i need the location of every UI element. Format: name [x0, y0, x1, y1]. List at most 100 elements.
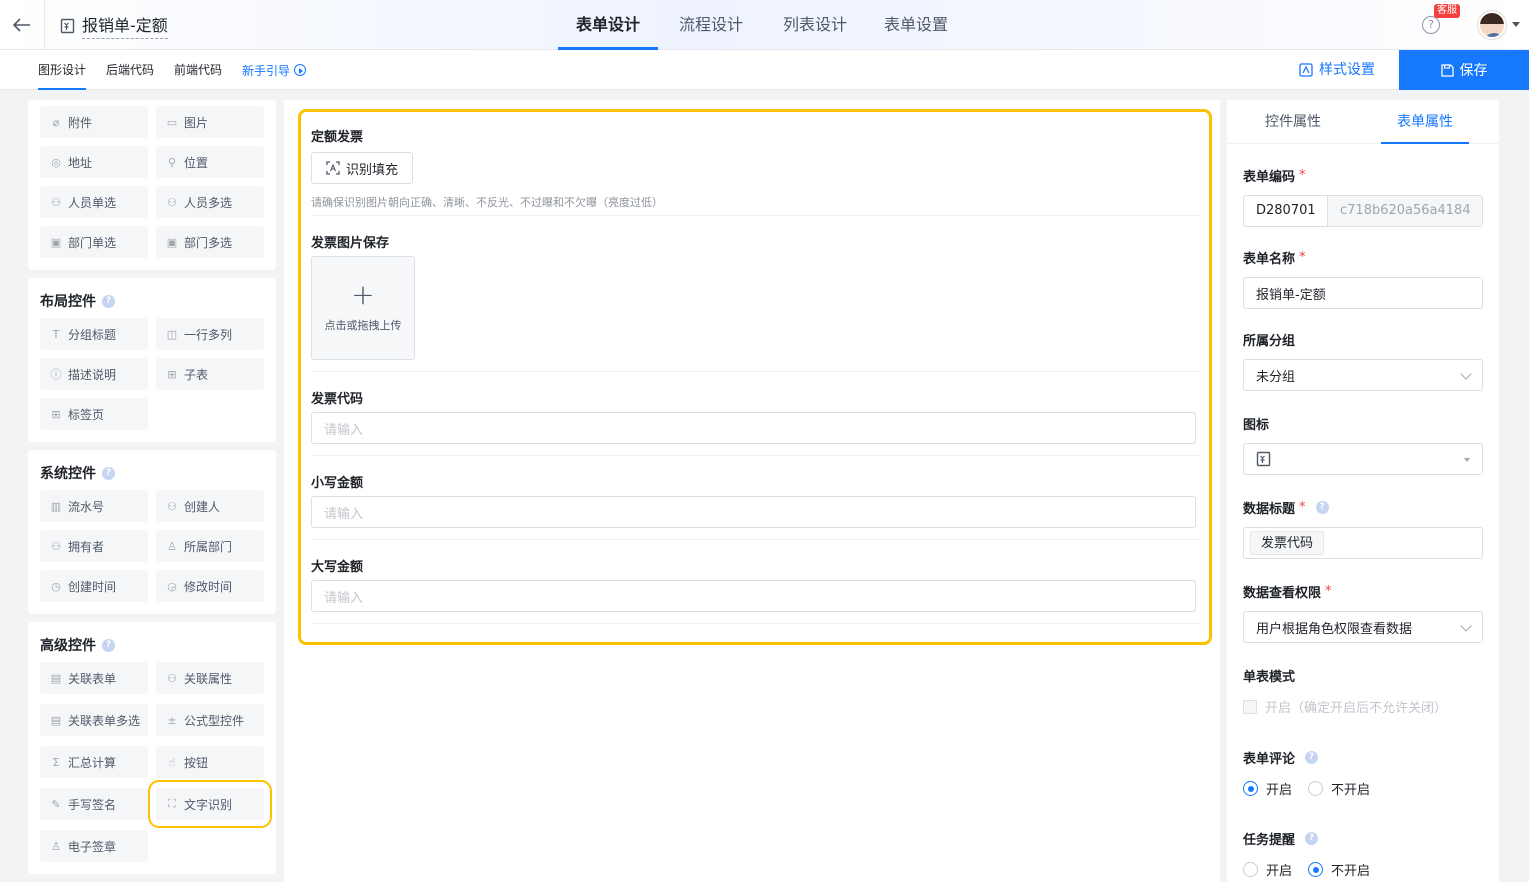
control-linked-form-multi[interactable]: ▤ 关联表单多选	[40, 704, 148, 736]
control-group-title[interactable]: T 分组标题	[40, 318, 148, 350]
form-icon	[1256, 451, 1271, 467]
tab-form-properties[interactable]: 表单属性	[1381, 100, 1469, 144]
reminder-on-radio[interactable]: 开启	[1243, 860, 1292, 879]
radio-unchecked[interactable]	[1243, 862, 1258, 877]
comments-on-radio[interactable]: 开启	[1243, 779, 1292, 798]
control-creator[interactable]: ⚇ 创建人	[156, 490, 264, 522]
permission-prop: 数据查看权限 * 用户根据角色权限查看数据	[1243, 582, 1483, 643]
service-badge[interactable]: 客服	[1434, 4, 1460, 18]
control-linked-attribute[interactable]: ⚇ 关联属性	[156, 662, 264, 694]
comments-radio-group: 开启 不开启	[1243, 779, 1483, 798]
ocr-hint: 请确保识别图片朝向正确、清晰、不反光、不过曝和不欠曝（亮度过低）	[311, 196, 663, 209]
question-icon[interactable]: ?	[1305, 751, 1319, 764]
control-dept-multi[interactable]: ▣ 部门多选	[156, 226, 264, 258]
single-mode-checkbox[interactable]: 开启（确定开启后不允许关闭）	[1243, 697, 1483, 716]
radio-checked[interactable]	[1308, 862, 1324, 877]
control-e-seal[interactable]: ♙ 电子签章	[40, 830, 148, 862]
control-text-recognition[interactable]: ⛶ 文字识别	[148, 780, 272, 828]
group-prop: 所属分组 未分组	[1243, 330, 1483, 391]
control-attachment[interactable]: ⌀ 附件	[40, 106, 148, 138]
invoice-code-input[interactable]: 请输入	[311, 412, 1196, 444]
data-title-field[interactable]: 发票代码	[1243, 527, 1483, 559]
save-button[interactable]: 保存	[1399, 50, 1529, 90]
control-position[interactable]: ⚲ 位置	[156, 146, 264, 178]
required-mark: *	[1299, 500, 1306, 515]
question-icon[interactable]: ?	[102, 638, 115, 652]
tab-list-design[interactable]: 列表设计	[764, 0, 866, 50]
control-multi-column[interactable]: ◫ 一行多列	[156, 318, 264, 350]
form-canvas: 定额发票 识别填充 请确保识别图片朝向正确、清晰、不反光、不过曝和不欠曝（亮度过…	[284, 100, 1220, 882]
app-title[interactable]: 报销单-定额	[60, 12, 168, 39]
control-serial-number[interactable]: ▥ 流水号	[40, 490, 148, 522]
radio-checked[interactable]	[1243, 781, 1258, 796]
main-tabs: 表单设计 流程设计 列表设计 表单设置	[558, 0, 966, 50]
question-icon[interactable]: ?	[102, 466, 115, 480]
control-linked-form[interactable]: ▤ 关联表单	[40, 662, 148, 694]
control-created-time[interactable]: ◷ 创建时间	[40, 570, 148, 602]
caret-down-icon	[1464, 458, 1470, 462]
permission-select[interactable]: 用户根据角色权限查看数据	[1243, 611, 1483, 643]
amount-upper-field[interactable]: 大写金额 请输入	[311, 556, 1199, 624]
users-icon: ⚇	[167, 195, 177, 209]
ocr-field[interactable]: 定额发票 识别填充 请确保识别图片朝向正确、清晰、不反光、不过曝和不欠曝（亮度过…	[311, 126, 1199, 216]
invoice-code-field[interactable]: 发票代码 请输入	[311, 388, 1199, 456]
question-icon[interactable]: ?	[1315, 501, 1329, 514]
help-icon[interactable]: ?	[1422, 16, 1440, 34]
style-settings-button[interactable]: 样式设置	[1299, 50, 1375, 90]
control-tabs[interactable]: ⊞ 标签页	[40, 398, 148, 430]
reminder-off-radio[interactable]: 不开启	[1308, 860, 1370, 879]
amount-upper-input[interactable]: 请输入	[311, 580, 1196, 612]
back-arrow-icon[interactable]	[10, 13, 34, 37]
control-signature[interactable]: ✎ 手写签名	[40, 788, 148, 820]
icon-select[interactable]	[1243, 443, 1483, 475]
tab-graphic-design[interactable]: 图形设计	[38, 50, 87, 90]
comments-off-radio[interactable]: 不开启	[1308, 779, 1370, 798]
radio-unchecked[interactable]	[1308, 781, 1324, 796]
control-summary[interactable]: Σ 汇总计算	[40, 746, 148, 778]
tab-form-settings[interactable]: 表单设置	[866, 0, 966, 50]
data-title-tag[interactable]: 发票代码	[1250, 531, 1325, 555]
tab-backend-code[interactable]: 后端代码	[106, 50, 154, 90]
amount-lower-input[interactable]: 请输入	[311, 496, 1196, 528]
control-formula[interactable]: ± 公式型控件	[156, 704, 264, 736]
basic-controls-card: ⌀ 附件 ▭ 图片 ◎ 地址 ⚲ 位置 ⚇ 人员单选 ⚇ 人员多选 ▣ 部门单选 ▣ 部门多选	[28, 100, 276, 270]
tab-control-properties[interactable]: 控件属性	[1255, 100, 1331, 144]
question-icon[interactable]: ?	[1305, 832, 1319, 845]
control-owner[interactable]: ⚇ 拥有者	[40, 530, 148, 562]
control-dept-single[interactable]: ▣ 部门单选	[40, 226, 148, 258]
tab-frontend-code[interactable]: 前端代码	[174, 50, 222, 90]
location-pin-icon: ◎	[51, 155, 61, 169]
control-address[interactable]: ◎ 地址	[40, 146, 148, 178]
prop-label: 图标	[1243, 418, 1270, 433]
form-name-input[interactable]: 报销单-定额	[1243, 277, 1483, 309]
pen-icon: ✎	[51, 797, 61, 811]
control-subtable[interactable]: ⊞ 子表	[156, 358, 264, 390]
tab-form-design[interactable]: 表单设计	[558, 0, 658, 50]
control-user-single[interactable]: ⚇ 人员单选	[40, 186, 148, 218]
caret-down-icon[interactable]	[1512, 22, 1520, 27]
control-image[interactable]: ▭ 图片	[156, 106, 264, 138]
recognize-fill-button[interactable]: 识别填充	[311, 152, 413, 184]
plus-icon: +	[351, 278, 375, 311]
tab-flow-design[interactable]: 流程设计	[658, 0, 764, 50]
form-code-prop: 表单编码 * D280701 c718b620a56a4184	[1243, 166, 1483, 227]
upload-dropzone[interactable]: + 点击或拖拽上传	[311, 256, 415, 360]
guide-link[interactable]: 新手引导	[242, 62, 307, 79]
invoice-image-field[interactable]: 发票图片保存 + 点击或拖拽上传	[311, 232, 1199, 372]
question-icon[interactable]: ?	[102, 294, 115, 308]
control-modified-time[interactable]: ◶ 修改时间	[156, 570, 264, 602]
control-department[interactable]: ♙ 所属部门	[156, 530, 264, 562]
info-icon: ⓘ	[50, 368, 62, 381]
checkbox[interactable]	[1243, 699, 1257, 714]
field-label: 发票图片保存	[311, 236, 390, 251]
control-user-multi[interactable]: ⚇ 人员多选	[156, 186, 264, 218]
app-title-text: 报销单-定额	[82, 12, 168, 39]
avatar[interactable]	[1478, 11, 1506, 39]
form-preview-highlight: 定额发票 识别填充 请确保识别图片朝向正确、清晰、不反光、不过曝和不欠曝（亮度过…	[298, 109, 1212, 645]
control-button[interactable]: ☝ 按钮	[156, 746, 264, 778]
form-code-prefix-input[interactable]: D280701	[1244, 196, 1328, 226]
control-description[interactable]: ⓘ 描述说明	[40, 358, 148, 390]
group-select[interactable]: 未分组	[1243, 359, 1483, 391]
guide-label: 新手引导	[242, 63, 291, 78]
amount-lower-field[interactable]: 小写金额 请输入	[311, 472, 1199, 540]
